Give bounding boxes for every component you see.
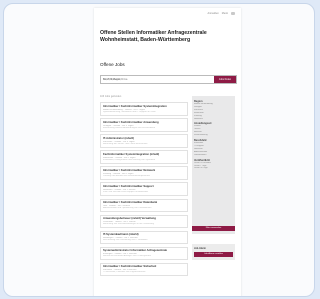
filter-option[interactable]: Heilbronn [194,118,233,121]
job-snippet: IT-Sicherheit, Firewalls und Zugriffskon… [103,271,146,274]
filter-option[interactable]: Festanstellung [194,134,233,137]
apply-filter-button[interactable]: Filter anwenden [192,226,235,231]
job-card[interactable]: Anwendungsbetreuer (m/w/d) Verwaltung Pfo… [100,214,188,229]
job-title[interactable]: Fachinformatiker Systemintegration (m/w/… [103,153,185,156]
job-snippet: Planung und Betrieb von Netzwerkkomponen… [103,174,150,177]
job-card[interactable]: Informatiker / Fachinformatiker Support H… [100,182,188,196]
job-title[interactable]: Informatiker / Fachinformatiker Datenban… [103,201,185,204]
job-title[interactable]: Anwendungsbetreuer (m/w/d) Verwaltung [103,217,185,220]
job-title[interactable]: IT-Systemkaufmann (m/w/d) [103,233,185,236]
job-snippet: Betreuung der Server- und Client-Infrast… [103,142,148,145]
results-list: Informatiker / Fachinformatiker Systemin… [100,102,188,279]
job-card[interactable]: Informatiker / Fachinformatiker Anwendun… [100,118,188,132]
menu-link[interactable]: Menü [222,12,228,15]
section-title: Offene Jobs [100,62,125,67]
job-card[interactable]: Informatiker / Fachinformatiker Sicherhe… [100,262,188,277]
job-title[interactable]: Informatiker / Fachinformatiker Sicherhe… [103,265,185,268]
job-snippet: First- und Second-Level-Support für Anwe… [103,190,149,193]
job-card[interactable]: Fachinformatiker Systemintegration (m/w/… [100,150,188,164]
job-alert-box: Job-Alarm Job-Alarm erstellen [192,244,235,260]
job-snippet: Systembetreuung, Netzwerke und IT-Suppor… [103,110,156,113]
browser-frame: Anmelden Menü Offene Stellen Informatike… [3,3,315,297]
job-title[interactable]: Informatiker / Fachinformatiker Netzwerk [103,169,185,172]
job-snippet: Administration und Optimierung von Daten… [103,207,152,210]
job-card[interactable]: Systemadministrator Informatiker Anfrage… [100,246,188,261]
user-icon[interactable] [231,12,235,15]
filter-option[interactable]: Datenbanken [194,154,233,157]
create-job-alert-button[interactable]: Job-Alarm erstellen [194,252,233,257]
job-card[interactable]: IT-Administrator (m/w/d) Karlsruhe · Voll… [100,134,188,148]
filter-option[interactable]: Letzte 30 Tage [194,167,233,170]
job-snippet: Installation, Konfiguration und Wartung … [103,158,156,161]
job-card[interactable]: Informatiker / Fachinformatiker Datenban… [100,198,188,213]
search-bar: Jobs finden [100,75,237,84]
job-listing-page: Anmelden Menü Offene Stellen Informatike… [94,8,241,296]
filter-sidebar: Region Baden-Württemberg Stuttgart Karlsruh… [192,96,235,234]
job-alert-title: Job-Alarm [194,247,206,250]
job-snippet: Betreuung von Fachanwendungen in der Ver… [103,223,154,226]
job-card[interactable]: Informatiker / Fachinformatiker Netzwerk… [100,166,188,180]
job-title[interactable]: Informatiker / Fachinformatiker Systemin… [103,105,185,108]
job-title[interactable]: Informatiker / Fachinformatiker Anwendun… [103,121,185,124]
job-card[interactable]: IT-Systemkaufmann (m/w/d) Reutlingen · Vo… [100,230,188,245]
login-link[interactable]: Anmelden [207,12,218,15]
job-card[interactable]: Informatiker / Fachinformatiker Systemin… [100,102,188,116]
job-title[interactable]: Informatiker / Fachinformatiker Support [103,185,185,188]
job-snippet: Entwicklung interner Anwendungen und Sch… [103,126,156,129]
job-snippet: Beschaffung und Verwaltung von IT-Hardwa… [103,239,148,242]
location-input[interactable] [103,76,173,82]
job-title[interactable]: IT-Administrator (m/w/d) [103,137,185,140]
job-title[interactable]: Systemadministrator Informatiker Anfrage… [103,249,185,252]
page-title: Offene Stellen Informatiker Anfragezentr… [100,30,207,43]
results-count: 103 Jobs gefunden [100,95,122,98]
job-snippet: Betrieb der zentralen Anfrage- und Ticke… [103,255,151,258]
search-button[interactable]: Jobs finden [214,76,236,83]
top-navigation: Anmelden Menü [207,12,235,15]
